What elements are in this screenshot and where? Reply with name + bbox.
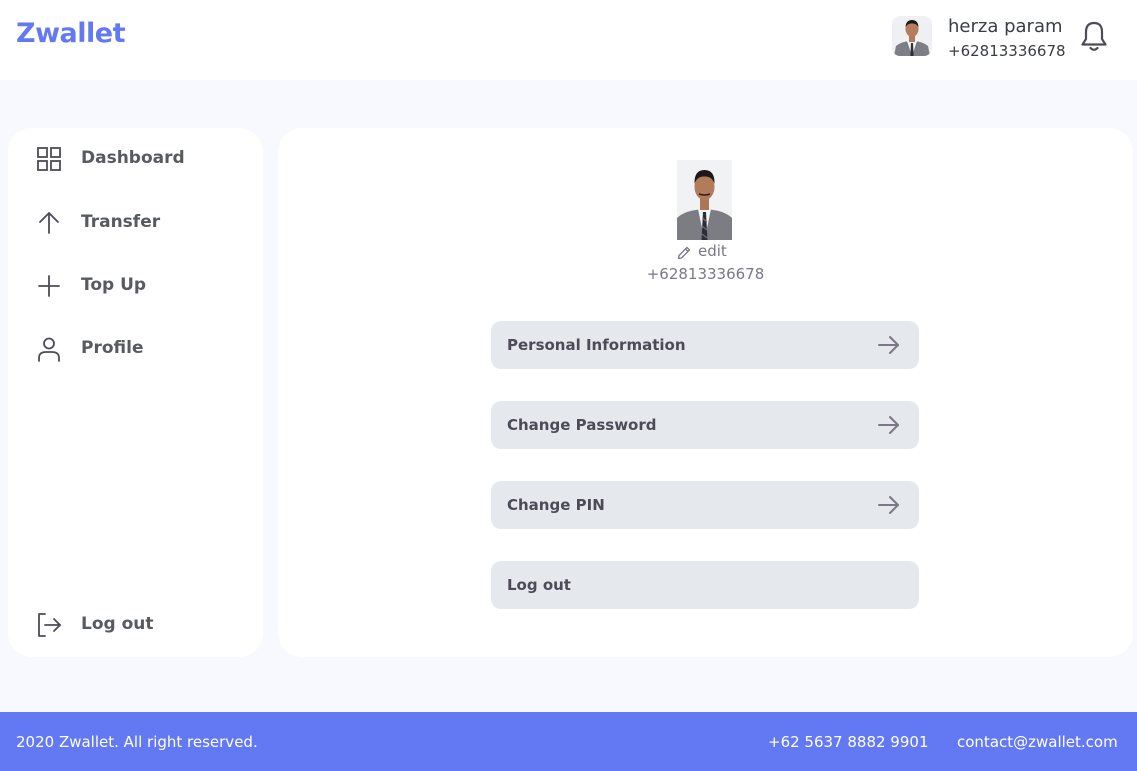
menu-label: Change PIN <box>507 496 605 514</box>
sidebar-item-label: Dashboard <box>81 148 185 168</box>
logout-button[interactable]: Log out <box>491 561 919 609</box>
menu-label: Change Password <box>507 416 657 434</box>
bell-icon[interactable] <box>1079 20 1109 52</box>
header-user-name: herza param <box>948 16 1063 37</box>
change-pin-button[interactable]: Change PIN <box>491 481 919 529</box>
menu-label: Personal Information <box>507 336 686 354</box>
personal-information-button[interactable]: Personal Information <box>491 321 919 369</box>
footer-copyright: 2020 Zwallet. All right reserved. <box>16 733 258 751</box>
sidebar-logout-label: Log out <box>81 614 154 634</box>
change-password-button[interactable]: Change Password <box>491 401 919 449</box>
sidebar-item-transfer[interactable]: Transfer <box>8 201 263 245</box>
sidebar-logout[interactable]: Log out <box>8 603 263 647</box>
sidebar-item-label: Transfer <box>81 212 161 232</box>
pencil-icon <box>677 245 691 260</box>
header-user-phone: +62813336678 <box>948 42 1066 60</box>
edit-profile-button[interactable]: edit <box>677 241 737 261</box>
sidebar-item-profile[interactable]: Profile <box>8 327 263 371</box>
sidebar-item-label: Profile <box>81 338 144 358</box>
arrow-right-icon <box>877 493 901 517</box>
profile-panel: edit +62813336678 Personal Information C… <box>278 128 1133 657</box>
menu-label: Log out <box>507 576 571 594</box>
sidebar: Dashboard Transfer Top Up Profile Log ou… <box>8 128 263 657</box>
sidebar-item-dashboard[interactable]: Dashboard <box>8 137 263 181</box>
grid-icon <box>36 146 62 172</box>
header-avatar[interactable] <box>892 16 932 56</box>
footer-email[interactable]: contact@zwallet.com <box>957 733 1118 751</box>
sidebar-item-label: Top Up <box>81 275 147 295</box>
footer-phone: +62 5637 8882 9901 <box>768 733 929 751</box>
arrow-right-icon <box>877 333 901 357</box>
plus-icon <box>36 273 62 299</box>
top-header: Zwallet herza param +62813336678 <box>0 0 1137 80</box>
arrow-right-icon <box>877 413 901 437</box>
user-icon <box>36 336 62 362</box>
sidebar-item-top-up[interactable]: Top Up <box>8 264 263 308</box>
edit-label: edit <box>698 242 727 260</box>
footer: 2020 Zwallet. All right reserved. +62 56… <box>0 712 1137 771</box>
arrow-up-icon <box>36 210 62 236</box>
profile-photo <box>677 160 732 240</box>
profile-phone: +62813336678 <box>646 265 765 283</box>
logout-icon <box>36 612 62 638</box>
brand-logo[interactable]: Zwallet <box>16 18 125 49</box>
